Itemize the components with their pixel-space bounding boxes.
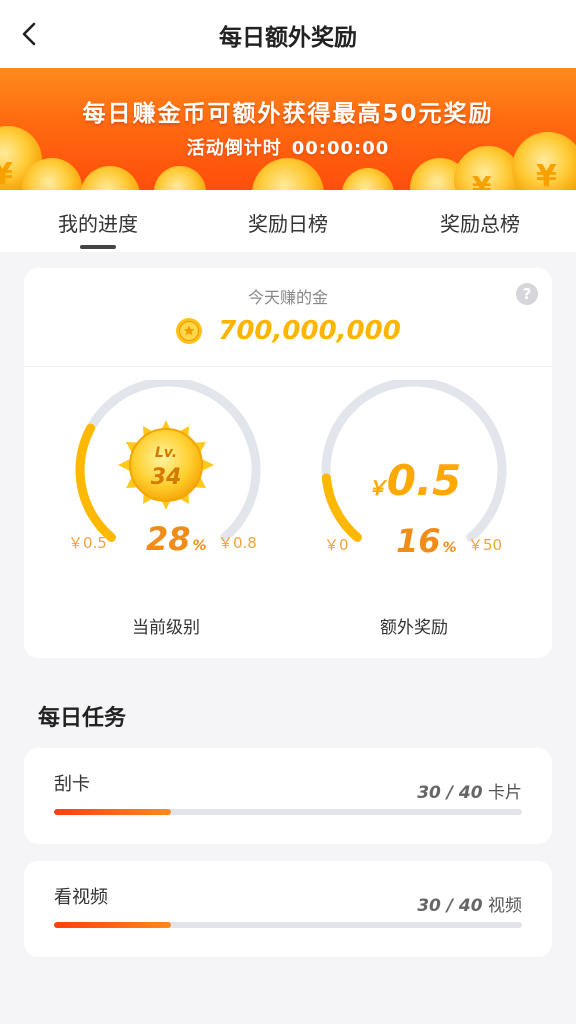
countdown-value: 00:00:00 — [291, 138, 390, 159]
task-current: 30 — [417, 783, 441, 803]
tab-my-progress[interactable]: 我的进度 — [2, 208, 194, 237]
level-number: 34 — [151, 465, 182, 490]
progress-card: 今天赚的金 ? 700,000,000 Lv. 34 ￥0.5 28 % ￥0.… — [24, 268, 552, 658]
level-caption: 当前级别 — [132, 618, 200, 638]
earned-label: 今天赚的金 — [247, 288, 328, 307]
tab-total-ranking[interactable]: 奖励总榜 — [384, 208, 576, 237]
task-progress-text: 30 / 40 视频 — [417, 891, 522, 916]
level-max: ￥0.8 — [218, 534, 257, 552]
task-name: 刮卡 — [54, 774, 90, 795]
task-progress-track — [54, 809, 522, 815]
task-card-scratch[interactable]: 刮卡 30 / 40 卡片 — [24, 748, 552, 844]
tab-daily-ranking[interactable]: 奖励日榜 — [192, 208, 384, 237]
task-unit: 视频 — [488, 896, 522, 916]
task-progress-fill — [54, 809, 171, 815]
page-title: 每日额外奖励 — [219, 25, 357, 51]
bonus-gauge: ￥0.5 ￥0 16% ￥50 — [314, 377, 514, 570]
tab-bar: 我的进度 奖励日榜 奖励总榜 — [0, 190, 576, 252]
countdown-label: 活动倒计时 — [186, 138, 282, 159]
bonus-caption: 额外奖励 — [380, 618, 448, 638]
level-percent-value: 28 — [146, 520, 191, 558]
coins-decoration: ¥ ¥ ¥ — [0, 126, 576, 190]
bonus-percent-value: 16 — [396, 522, 441, 560]
task-progress-text: 30 / 40 卡片 — [417, 778, 522, 803]
section-title-daily-tasks: 每日任务 — [38, 706, 127, 731]
bonus-max: ￥50 — [468, 536, 503, 554]
earned-value: 700,000,000 — [218, 316, 401, 346]
level-min: ￥0.5 — [68, 534, 107, 552]
promo-banner: ¥ ¥ ¥ 每日赚金币可额外获得最高50元奖励 活动倒计时 00:00:00 — [0, 68, 576, 190]
bonus-percent-unit: % — [442, 540, 457, 556]
task-name: 看视频 — [54, 887, 108, 908]
divider — [24, 366, 552, 367]
task-progress-fill — [54, 922, 171, 928]
level-percent: 28% — [146, 520, 207, 558]
task-card-watch-video[interactable]: 看视频 30 / 40 视频 — [24, 861, 552, 957]
task-separator: / — [440, 896, 459, 916]
level-percent-unit: % — [192, 538, 207, 554]
gold-coin-icon — [176, 318, 203, 344]
level-badge-icon: Lv. 34 — [118, 420, 214, 510]
task-separator: / — [440, 783, 459, 803]
svg-text:¥: ¥ — [0, 157, 13, 190]
task-unit: 卡片 — [488, 783, 522, 803]
bonus-amount: ￥0.5 — [314, 456, 514, 505]
bonus-currency: ￥ — [366, 476, 387, 500]
svg-text:¥: ¥ — [536, 159, 557, 190]
top-bar: 每日额外奖励 — [0, 0, 576, 68]
task-total: 40 — [458, 783, 483, 803]
task-current: 30 — [417, 896, 441, 916]
banner-headline: 每日赚金币可额外获得最高50元奖励 — [82, 101, 494, 127]
bonus-percent: 16% — [396, 522, 457, 560]
task-total: 40 — [458, 896, 483, 916]
question-icon[interactable]: ? — [516, 283, 538, 305]
earned-row: 700,000,000 — [24, 316, 552, 352]
active-tab-indicator — [80, 245, 116, 249]
bonus-min: ￥0 — [324, 536, 349, 554]
level-gauge: Lv. 34 ￥0.5 28% ￥0.8 — [68, 377, 268, 570]
svg-text:¥: ¥ — [472, 170, 492, 190]
level-gauge-fill — [75, 423, 116, 542]
bonus-amount-value: 0.5 — [386, 456, 462, 505]
badge-prefix: Lv. — [155, 445, 177, 461]
countdown: 活动倒计时 00:00:00 — [0, 134, 576, 160]
task-progress-track — [54, 922, 522, 928]
